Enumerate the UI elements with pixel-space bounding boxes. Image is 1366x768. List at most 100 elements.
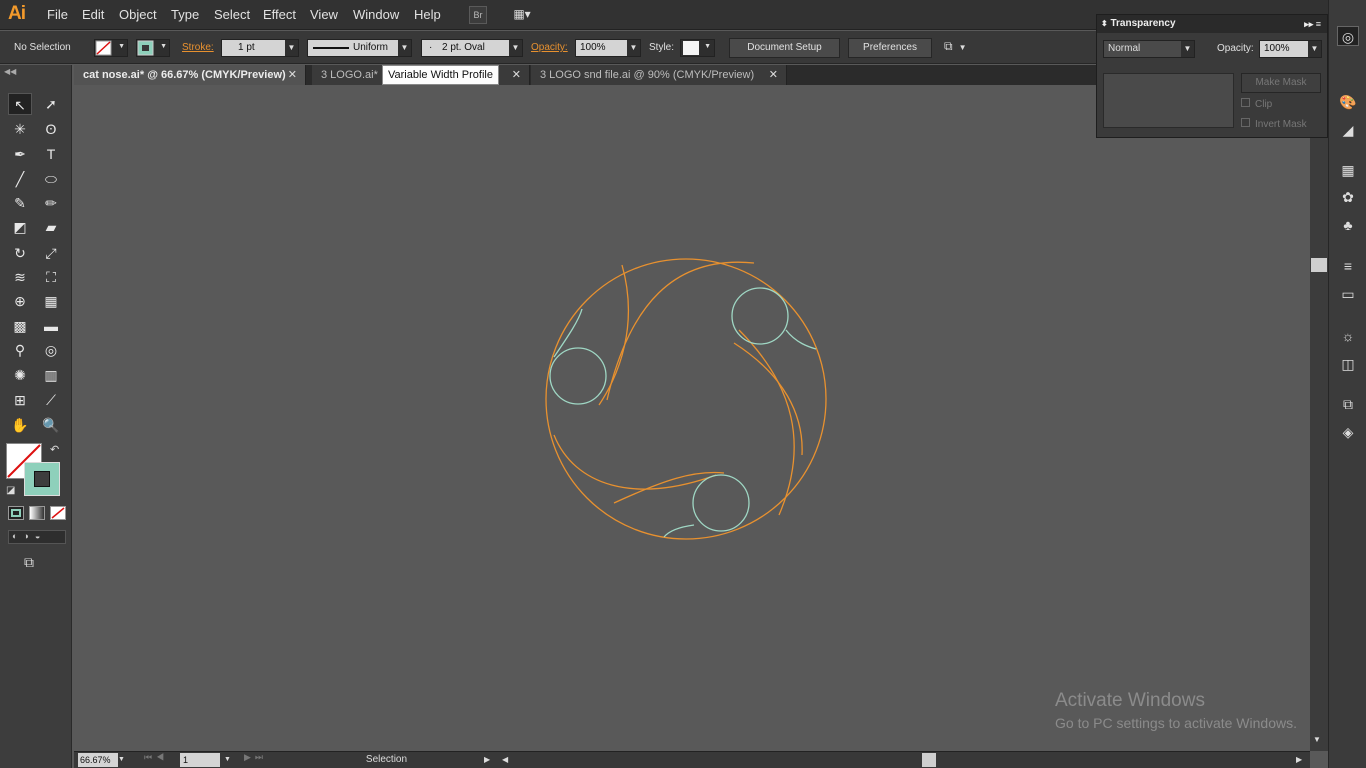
brush-definition-dropdown[interactable]: · 2 pt. Oval ▼ [421,39,523,57]
arrange-documents-button[interactable]: ▦▾ [507,6,537,24]
menu-view[interactable]: View [310,7,338,22]
ellipse-tool-icon[interactable]: ⬭ [39,168,63,190]
close-icon[interactable]: ✕ [288,65,297,85]
eraser-tool-icon[interactable]: ▰ [39,216,63,238]
zoom-field[interactable]: 66.67% [78,753,118,767]
screen-mode-icon[interactable]: ⧉ [24,554,34,571]
page-nav-next-icon[interactable]: ▶⏭ [244,752,267,763]
invert-mask-checkbox[interactable]: Invert Mask [1241,118,1307,130]
bridge-button[interactable]: Br [469,6,487,24]
stroke-swatch[interactable] [24,462,60,496]
mask-thumbnail[interactable] [1103,73,1234,128]
vertical-scrollbar[interactable]: ▼ [1310,85,1328,751]
artboard-tool-icon[interactable]: ⊞ [8,389,32,411]
drawing-modes-icon[interactable]: ◐◑◒ [8,530,66,544]
symbol-sprayer-tool-icon[interactable]: ✺ [8,364,32,386]
stroke-weight-field[interactable]: 1 pt ▼ [221,39,299,57]
chevron-down-icon[interactable]: ▼ [118,753,130,767]
magic-wand-tool-icon[interactable]: ✳ [8,118,32,140]
line-tool-icon[interactable]: ╱ [8,168,32,190]
menu-effect[interactable]: Effect [263,7,296,22]
graphic-styles-icon[interactable]: ◫ [1337,354,1359,374]
free-transform-tool-icon[interactable]: ⛶ [39,266,63,288]
page-nav-prev-icon[interactable]: ⏮◀ [144,752,168,763]
rotate-tool-icon[interactable]: ↻ [8,242,32,264]
menu-select[interactable]: Select [214,7,250,22]
menu-help[interactable]: Help [414,7,441,22]
pencil-tool-icon[interactable]: ✏ [39,192,63,214]
perspective-grid-tool-icon[interactable]: ▦ [39,290,63,312]
stroke-label[interactable]: Stroke: [182,39,214,57]
scroll-left-icon[interactable]: ◀ [502,753,508,767]
scroll-thumb[interactable] [1311,258,1327,272]
symbols-icon[interactable]: ♣ [1337,215,1359,235]
color-guide-icon[interactable]: 🎨 [1337,92,1359,112]
scroll-right-icon[interactable]: ▶ [1296,753,1302,767]
chevron-down-icon[interactable]: ▼ [627,40,640,56]
collapse-icon[interactable]: ◀◀ [4,67,16,76]
document-setup-button[interactable]: Document Setup [729,38,840,58]
logo-artwork[interactable] [74,85,1310,751]
tab-3-logo-snd-file[interactable]: 3 LOGO snd file.ai @ 90% (CMYK/Preview) … [531,65,787,85]
swap-colors-icon[interactable]: ↶ [50,443,59,456]
panel-menu-icon[interactable]: ▸▸ ≡ [1304,15,1321,33]
zoom-tool-icon[interactable]: 🔍 [39,414,63,436]
selection-tool-icon[interactable]: ↖ [8,93,32,115]
mesh-tool-icon[interactable]: ▩ [8,315,32,337]
transform-icon[interactable]: ⧉ [1337,394,1359,414]
hand-tool-icon[interactable]: ✋ [8,414,32,436]
clip-checkbox[interactable]: Clip [1241,98,1272,110]
stroke-color-picker[interactable]: ▼ [136,39,170,57]
opacity-field[interactable]: 100% ▼ [575,39,641,57]
make-mask-button[interactable]: Make Mask [1241,73,1321,93]
chevron-down-icon[interactable]: ▼ [509,40,522,56]
appearance-icon[interactable]: ☼ [1337,326,1359,346]
pen-tool-icon[interactable]: ✒ [8,143,32,165]
menu-file[interactable]: File [47,7,68,22]
brushes-icon[interactable]: ✿ [1337,187,1359,207]
chevron-down-icon[interactable]: ▼ [224,753,231,767]
blend-mode-dropdown[interactable]: Normal ▼ [1103,40,1195,58]
gradient-mode-icon[interactable] [29,506,45,520]
close-icon[interactable]: ✕ [769,65,778,85]
scroll-down-icon[interactable]: ▼ [1313,735,1321,744]
color-mode-icon[interactable] [8,506,24,520]
width-tool-icon[interactable]: ≋ [8,266,32,288]
direct-selection-tool-icon[interactable]: ➚ [39,93,63,115]
menu-window[interactable]: Window [353,7,399,22]
preferences-button[interactable]: Preferences [848,38,932,58]
paintbrush-tool-icon[interactable]: ✎ [8,192,32,214]
status-menu-icon[interactable]: ▶ [484,753,490,767]
eyedropper-tool-icon[interactable]: ⚲ [8,339,32,361]
chevron-down-icon[interactable]: ▼ [285,40,298,56]
panel-opacity-field[interactable]: 100% ▼ [1259,40,1322,58]
shape-builder-tool-icon[interactable]: ⊕ [8,290,32,312]
layers-icon[interactable]: ◈ [1337,422,1359,442]
blob-brush-tool-icon[interactable]: ◩ [8,216,32,238]
arrange-icon[interactable]: ⧉ ▼ [944,39,974,57]
page-field[interactable]: 1 [180,753,220,767]
column-graph-tool-icon[interactable]: ▥ [39,364,63,386]
chevron-down-icon[interactable]: ▼ [1181,41,1194,57]
menu-object[interactable]: Object [119,7,157,22]
close-icon[interactable]: ✕ [512,65,521,85]
none-mode-icon[interactable] [50,506,66,520]
graphic-style-picker[interactable]: ▼ [680,39,715,57]
menu-type[interactable]: Type [171,7,199,22]
fill-color-picker[interactable]: ▼ [94,39,128,57]
chevron-down-icon[interactable]: ▼ [1308,41,1321,57]
blend-tool-icon[interactable]: ◎ [39,339,63,361]
type-tool-icon[interactable]: T [39,143,63,165]
tab-cat-nose[interactable]: cat nose.ai* @ 66.67% (CMYK/Preview) ✕ [74,65,306,85]
lasso-tool-icon[interactable]: ʘ [39,118,63,140]
gradient-panel-icon[interactable]: ▭ [1337,284,1359,304]
menu-edit[interactable]: Edit [82,7,104,22]
color-panel-icon[interactable]: ◢ [1337,120,1359,140]
swatches-icon[interactable]: ▦ [1337,160,1359,180]
chevron-down-icon[interactable]: ▼ [398,40,411,56]
panel-header[interactable]: ⬍ Transparency ▸▸ ≡ [1097,15,1327,33]
hscroll-thumb[interactable] [922,753,936,767]
variable-width-profile-dropdown[interactable]: Uniform ▼ [307,39,412,57]
artboard-canvas[interactable] [74,85,1310,751]
default-colors-icon[interactable]: ◪ [6,485,15,496]
